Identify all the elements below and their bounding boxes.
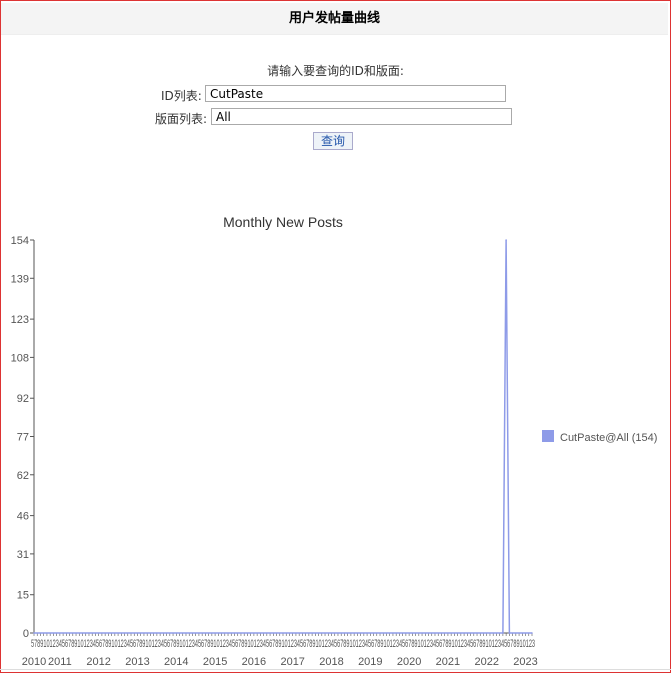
x-year-label: 2018 bbox=[319, 656, 343, 667]
y-axis: 0 15 31 46 62 77 92 108 123 139 154 bbox=[11, 235, 35, 640]
id-label: ID列表: bbox=[161, 89, 202, 103]
y-tick-label: 15 bbox=[17, 590, 29, 602]
series-line bbox=[34, 239, 532, 634]
x-year-label: 2020 bbox=[397, 656, 421, 667]
month-tick-labels: 5789101234567891012345678910123456789101… bbox=[31, 638, 535, 650]
x-year-label: 2013 bbox=[125, 656, 149, 667]
id-row: ID列表: bbox=[161, 85, 506, 104]
id-list-input[interactable] bbox=[205, 85, 506, 102]
x-year-label: 2011 bbox=[48, 656, 72, 667]
legend-label: CutPaste@All (154) bbox=[560, 432, 657, 444]
y-tick-label: 154 bbox=[11, 235, 29, 247]
data-point bbox=[33, 632, 35, 634]
bottom-divider bbox=[0, 669, 671, 670]
legend-swatch bbox=[542, 430, 554, 442]
y-tick-label: 46 bbox=[17, 511, 29, 523]
x-year-label: 2012 bbox=[86, 656, 110, 667]
y-tick-label: 123 bbox=[11, 314, 29, 326]
x-axis: 5789101234567891012345678910123456789101… bbox=[22, 632, 538, 667]
legend: CutPaste@All (154) bbox=[542, 430, 657, 444]
series-layer bbox=[33, 239, 533, 634]
x-year-label: 2015 bbox=[203, 656, 227, 667]
x-year-label: 2021 bbox=[436, 656, 460, 667]
data-point bbox=[531, 632, 533, 634]
x-year-label: 2023 bbox=[513, 656, 537, 667]
y-tick-label: 0 bbox=[23, 628, 29, 640]
x-year-label: 2019 bbox=[358, 656, 382, 667]
y-tick-label: 139 bbox=[11, 273, 29, 285]
board-row: 版面列表: bbox=[155, 108, 512, 127]
board-label: 版面列表: bbox=[155, 112, 208, 126]
query-prompt: 请输入要查询的ID和版面: bbox=[267, 64, 404, 78]
data-point bbox=[505, 239, 507, 241]
chart-title: Monthly New Posts bbox=[223, 214, 343, 230]
x-year-label: 2016 bbox=[242, 656, 266, 667]
data-point bbox=[502, 632, 504, 634]
page-title: 用户发帖量曲线 bbox=[1, 3, 668, 35]
x-year-label: 2017 bbox=[280, 656, 304, 667]
x-year-label: 2022 bbox=[474, 656, 498, 667]
y-tick-label: 62 bbox=[17, 470, 29, 482]
x-year-label: 2010 bbox=[22, 656, 46, 667]
y-tick-label: 92 bbox=[17, 393, 29, 405]
y-tick-label: 108 bbox=[11, 352, 29, 364]
x-year-label: 2014 bbox=[164, 656, 188, 667]
monthly-posts-chart: Monthly New Posts 0 15 31 46 62 77 92 108 123 139… bbox=[11, 214, 658, 667]
y-tick-label: 77 bbox=[17, 432, 29, 444]
query-button[interactable]: 查询 bbox=[313, 132, 353, 150]
board-list-input[interactable] bbox=[211, 108, 512, 125]
y-tick-label: 31 bbox=[17, 549, 29, 561]
data-point bbox=[508, 632, 511, 634]
